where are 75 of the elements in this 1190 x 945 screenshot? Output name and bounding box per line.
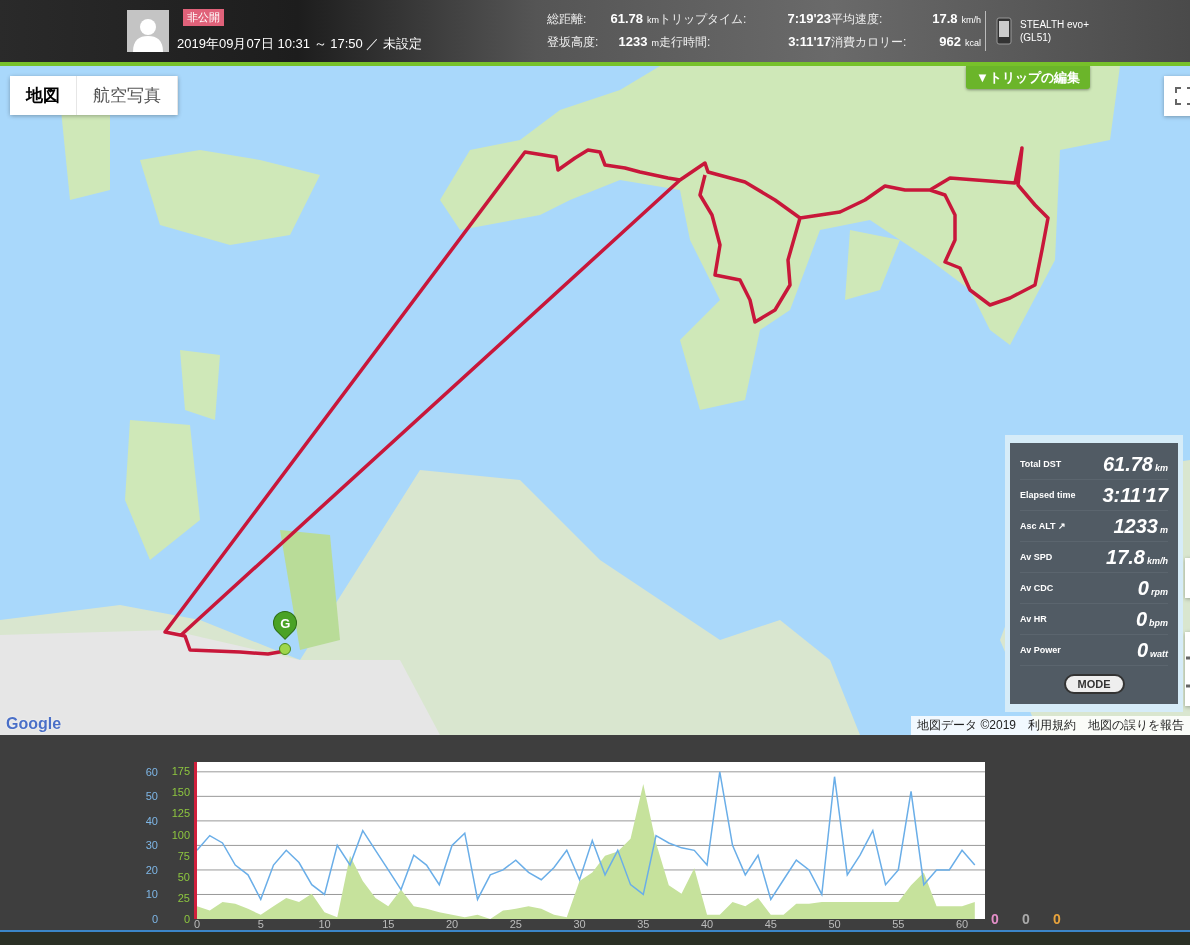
axis-tick-label: 100 <box>171 828 190 841</box>
axis-tick-label: 10 <box>318 918 331 930</box>
axis-tick-label: 75 <box>177 849 190 862</box>
axis-tick-label: 55 <box>892 918 905 930</box>
stat-unit: kcal <box>965 38 981 48</box>
readout-value: 0 <box>1022 911 1030 927</box>
summary-label: Total DST <box>1020 459 1062 469</box>
axis-tick-label: 50 <box>145 790 158 803</box>
stat-label: 登坂高度: <box>547 34 599 51</box>
summary-label: Asc ALT ↗ <box>1020 521 1066 531</box>
device-name: STEALTH evo+ <box>1020 19 1089 30</box>
summary-label: Av CDC <box>1020 583 1054 593</box>
map-data-credit: 地図データ ©2019 <box>916 717 1017 734</box>
summary-label: Elapsed time <box>1020 490 1076 500</box>
summary-value: 0 rpm <box>1137 576 1168 600</box>
map-logo: Google <box>6 715 62 733</box>
axis-tick-label: 125 <box>171 807 190 820</box>
map-type-tab[interactable]: 航空写真 <box>77 76 178 115</box>
stat-label: 平均速度: <box>831 11 883 28</box>
axis-tick-label: 50 <box>828 918 841 930</box>
axis-tick-label: 175 <box>171 765 190 778</box>
axis-tick-label: 20 <box>445 918 459 930</box>
stat-value: 17.8 <box>932 11 958 26</box>
axis-tick-label: 0 <box>183 913 190 925</box>
stat-label: 走行時間: <box>659 34 711 51</box>
summary-value: 3:11'17 <box>1102 483 1168 507</box>
stat-label: 総距離: <box>547 11 587 28</box>
person-silhouette-icon <box>133 16 163 52</box>
axis-tick-label: 150 <box>171 786 190 799</box>
mode-button[interactable]: MODE <box>1063 674 1125 694</box>
summary-label: Av Power <box>1020 645 1061 655</box>
axis-tick-label: 50 <box>177 870 190 883</box>
axis-tick-label: 30 <box>145 839 158 852</box>
stat-unit: km <box>647 15 659 25</box>
stat-label: トリップタイム: <box>659 11 747 28</box>
axis-tick-label: 35 <box>637 918 650 930</box>
axis-tick-label: 0 <box>151 913 158 925</box>
axis-tick-label: 5 <box>257 918 264 930</box>
stat-value: 1233 <box>618 34 648 49</box>
axis-tick-label: 20 <box>145 863 158 876</box>
axis-tick-label: 60 <box>955 918 969 930</box>
axis-tick-label: 15 <box>382 918 395 930</box>
privacy-badge: 非公開 <box>183 9 224 26</box>
readout-value: 0 <box>1053 911 1061 927</box>
stat-value: 962 <box>939 34 961 49</box>
axis-tick-label: 10 <box>145 888 158 901</box>
stat-value: 3:11'17 <box>788 34 831 49</box>
cycle-computer-icon <box>996 17 1012 45</box>
fullscreen-icon <box>1175 87 1190 105</box>
summary-label: Av SPD <box>1020 552 1053 562</box>
axis-tick-label: 60 <box>145 765 158 778</box>
axis-tick-label: 30 <box>573 918 586 930</box>
stat-value: 61.78 <box>610 11 643 26</box>
summary-value: 1233 m <box>1113 514 1168 538</box>
axis-tick-label: 45 <box>764 918 777 930</box>
trip-date-range: 2019年09月07日 10:31 ～ 17:50 ／ 未設定 <box>177 35 422 53</box>
stat-unit: m <box>651 38 659 48</box>
axis-tick-label: 0 <box>193 918 201 930</box>
map-link[interactable]: 地図の誤りを報告 <box>1082 716 1190 735</box>
device-model: (GL51) <box>1020 32 1053 43</box>
stat-value: 7:19'23 <box>787 11 831 26</box>
summary-value: 61.78 km <box>1102 452 1168 476</box>
axis-tick-label: 40 <box>145 814 158 827</box>
summary-value: 0 bpm <box>1135 607 1168 631</box>
stat-unit: km/h <box>961 15 981 25</box>
readout-value: 0 <box>991 911 999 927</box>
summary-value: 17.8 km/h <box>1106 545 1168 569</box>
stat-label: 消費カロリー: <box>831 34 907 51</box>
map-type-tab[interactable]: 地図 <box>10 76 77 115</box>
axis-tick-label: 25 <box>177 891 190 904</box>
map-link[interactable]: 利用規約 <box>1022 716 1082 735</box>
axis-tick-label: 25 <box>509 918 522 930</box>
axis-tick-label: 40 <box>700 918 714 930</box>
summary-value: 0 watt <box>1136 638 1168 662</box>
summary-label: Av HR <box>1020 614 1047 624</box>
